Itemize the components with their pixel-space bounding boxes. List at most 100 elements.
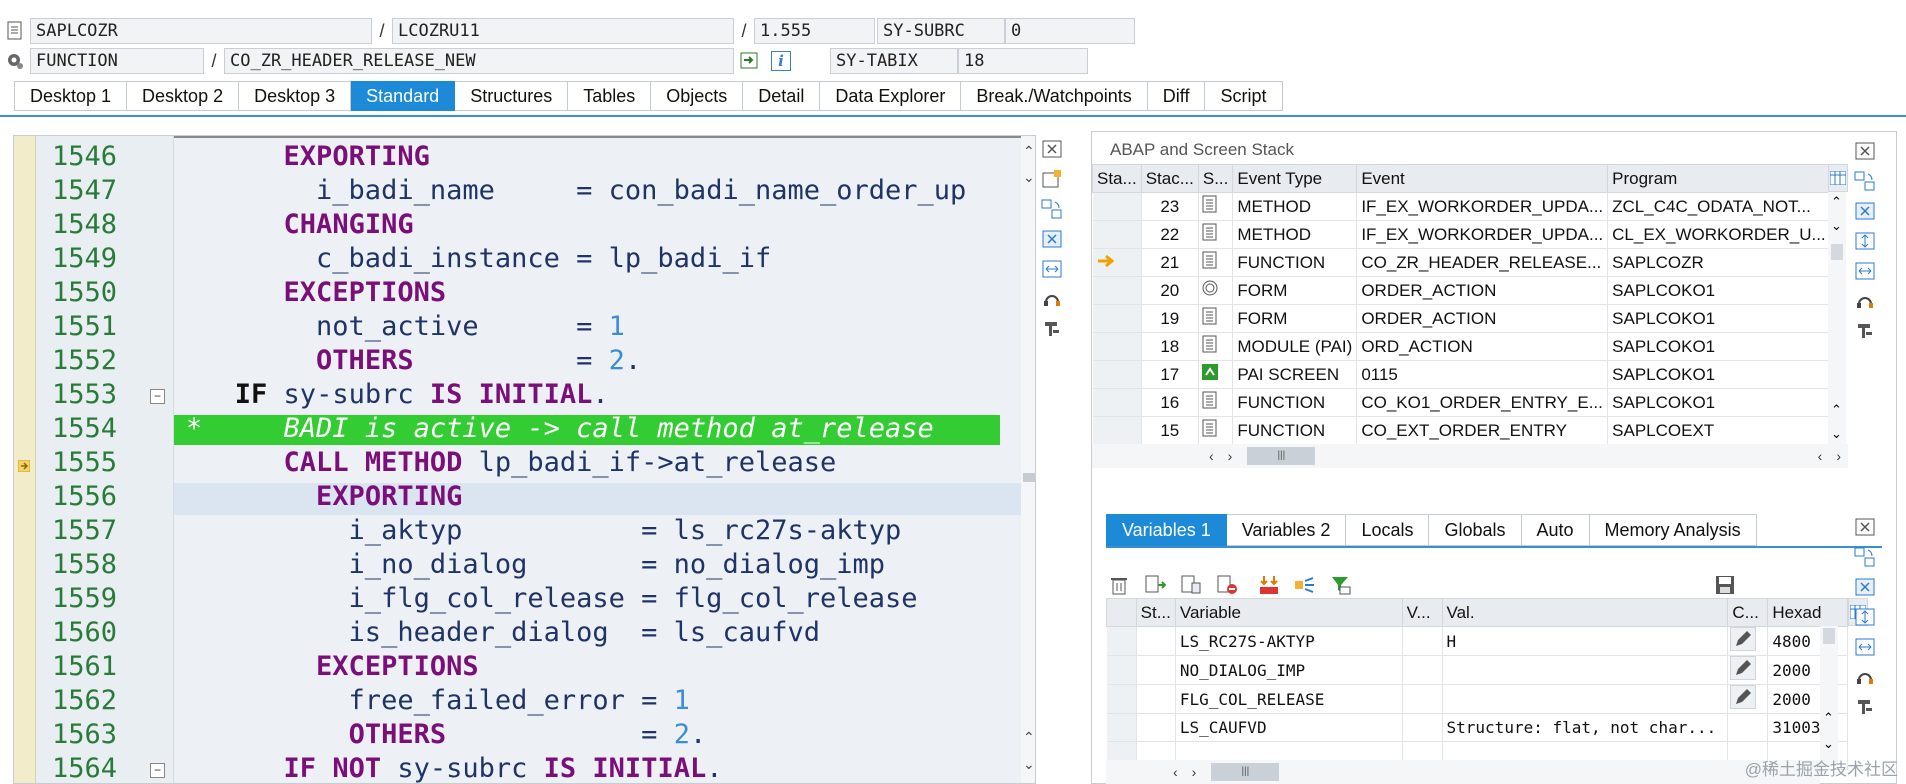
delete-tool-icon[interactable] (1040, 228, 1064, 250)
variable-row[interactable]: NO_DIALOG_IMP 2000 (1106, 655, 1848, 685)
stack-row[interactable]: 16 FUNCTION CO_KO1_ORDER_ENTRY_E... SAPLCOK… (1092, 388, 1831, 417)
sy-subrc-value[interactable]: 0 (1005, 18, 1135, 44)
tab-detail[interactable]: Detail (743, 81, 821, 111)
column-settings-icon[interactable] (1828, 164, 1848, 192)
code-line[interactable]: 1554 * BADI is active -> call method at_r… (14, 412, 1021, 446)
variable-change-cell[interactable] (1727, 655, 1769, 685)
scroll-down-icon[interactable]: ⌄ (1023, 756, 1035, 773)
program-field[interactable]: SAPLCOZR (30, 18, 372, 44)
code-line[interactable]: 1559 i_flg_col_release = flg_col_release (14, 582, 1021, 616)
code-line[interactable]: 1546 EXPORTING (14, 140, 1021, 174)
code-line[interactable]: 1547 i_badi_name = con_badi_name_order_u… (14, 174, 1021, 208)
variable-name-input[interactable]: LS_CAUFVD (1175, 713, 1403, 742)
tools-tool-icon[interactable] (1040, 318, 1064, 340)
code-line[interactable]: 1561 EXCEPTIONS (14, 650, 1021, 684)
scroll-up-icon[interactable]: ⌃ (1831, 194, 1842, 210)
stack-row[interactable]: 17 PAI SCREEN 0115 SAPLCOKO1 (1092, 360, 1831, 389)
stack-row[interactable]: 20 FORM ORDER_ACTION SAPLCOKO1 (1092, 276, 1831, 305)
swap-tool-icon[interactable] (1040, 198, 1064, 220)
close-tool-icon[interactable] (1040, 138, 1064, 160)
maximize-tool-icon[interactable] (1040, 258, 1064, 280)
tab-locals[interactable]: Locals (1346, 514, 1430, 546)
variable-change-cell[interactable] (1727, 684, 1769, 714)
tab-desktop-2[interactable]: Desktop 2 (127, 81, 240, 111)
hscroll-thumb[interactable]: ||| (1247, 447, 1316, 465)
copy-row-icon[interactable] (1176, 571, 1206, 599)
line-number-field[interactable]: 1.555 (754, 18, 875, 44)
info-icon[interactable]: i (766, 47, 796, 75)
stack-hscrollbar[interactable]: ‹ › ||| ‹ › (1092, 444, 1848, 468)
stack-row[interactable]: 21 FUNCTION CO_ZR_HEADER_RELEASE... SAPLCOZ… (1092, 248, 1831, 277)
tools-tool-icon[interactable] (1853, 320, 1877, 342)
trash-icon[interactable] (1104, 571, 1134, 599)
stack-row[interactable]: 22 METHOD IF_EX_WORKORDER_UPDA... CL_EX_WOR… (1092, 220, 1831, 249)
code-line[interactable]: 1555 CALL METHOD lp_badi_if->at_release (14, 446, 1021, 480)
scroll-thumb[interactable] (1023, 473, 1035, 482)
variables-column-header[interactable]: C... (1727, 598, 1769, 627)
row-selector[interactable] (1106, 684, 1137, 714)
variables-column-header[interactable]: Hexad (1767, 598, 1848, 627)
stack-scrollbar[interactable]: ⌃ ⌄ ⌃ ⌄ (1828, 192, 1846, 444)
stack-column-header[interactable]: Event Type (1232, 164, 1358, 193)
code-line[interactable]: 1564 − IF NOT sy-subrc IS INITIAL. (14, 752, 1021, 783)
headset-tool-icon[interactable] (1040, 288, 1064, 310)
code-line[interactable]: 1562 free_failed_error = 1 (14, 684, 1021, 718)
code-line[interactable]: 1552 OTHERS = 2. (14, 344, 1021, 378)
tab-memory-analysis[interactable]: Memory Analysis (1589, 514, 1757, 546)
variable-name-input[interactable]: FLG_COL_RELEASE (1175, 684, 1403, 714)
scroll-up-icon[interactable]: ⌃ (1831, 402, 1842, 418)
tab-tables[interactable]: Tables (568, 81, 652, 111)
swap-tool-icon[interactable] (1853, 170, 1877, 192)
tab-desktop-3[interactable]: Desktop 3 (239, 81, 352, 111)
code-line[interactable]: 1548 CHANGING (14, 208, 1021, 242)
hscroll-thumb[interactable]: ||| (1211, 763, 1280, 781)
pencil-icon[interactable] (1730, 627, 1757, 651)
scroll-down-icon[interactable]: ⌄ (1831, 426, 1842, 442)
vertical-resize-icon[interactable] (1853, 606, 1877, 628)
name-field[interactable]: CO_ZR_HEADER_RELEASE_NEW (224, 48, 734, 74)
swap-tool-icon[interactable] (1853, 546, 1877, 568)
scroll-down-icon[interactable]: ⌄ (1823, 736, 1834, 752)
scroll-down-icon[interactable]: ⌄ (1831, 218, 1842, 234)
variable-row[interactable]: LS_CAUFVD Structure: flat, not char... 310… (1106, 713, 1848, 742)
variable-name-input[interactable]: NO_DIALOG_IMP (1175, 655, 1403, 685)
tab-script[interactable]: Script (1205, 81, 1283, 111)
scroll-right-icon[interactable]: › (1228, 448, 1233, 464)
stack-row[interactable]: 15 FUNCTION CO_EXT_ORDER_ENTRY SAPLCOEXT (1092, 416, 1831, 445)
tab-objects[interactable]: Objects (651, 81, 744, 111)
variables-column-header[interactable]: Val. (1441, 598, 1729, 627)
scroll-down-icon[interactable]: ⌄ (1023, 169, 1035, 186)
fold-toggle-icon[interactable]: − (150, 389, 165, 404)
scroll-up-icon[interactable]: ⌃ (1023, 143, 1035, 160)
pencil-icon[interactable] (1730, 685, 1757, 709)
variable-change-cell[interactable] (1727, 626, 1769, 656)
code-line[interactable]: 1553 − IF sy-subrc IS INITIAL. (14, 378, 1021, 412)
vertical-resize-icon[interactable] (1853, 230, 1877, 252)
editor-scrollbar[interactable]: ⌃ ⌄ ⌃ ⌄ (1021, 136, 1035, 783)
delete-tool-icon[interactable] (1853, 200, 1877, 222)
close-tool-icon[interactable] (1853, 516, 1877, 538)
pencil-icon[interactable] (1730, 656, 1757, 680)
insert-row-icon[interactable] (1140, 571, 1170, 599)
maximize-tool-icon[interactable] (1853, 636, 1877, 658)
stack-column-header[interactable]: Stac... (1140, 164, 1199, 193)
scroll-up-icon[interactable]: ⌃ (1823, 710, 1834, 726)
scroll-thumb[interactable] (1831, 244, 1843, 260)
variable-name-input[interactable]: LS_RC27S-AKTYP (1175, 626, 1403, 656)
code-line[interactable]: 1557 i_aktyp = ls_rc27s-aktyp (14, 514, 1021, 548)
include-field[interactable]: LCOZRU11 (392, 18, 734, 44)
stack-column-header[interactable]: Sta... (1092, 164, 1142, 193)
close-tool-icon[interactable] (1853, 140, 1877, 162)
row-selector[interactable] (1106, 626, 1137, 656)
stack-row[interactable]: 18 MODULE (PAI) ORD_ACTION SAPLCOKO1 (1092, 332, 1831, 361)
tools-tool-icon[interactable] (1853, 696, 1877, 718)
transfer-icon[interactable] (1290, 571, 1320, 599)
stack-row[interactable]: 23 METHOD IF_EX_WORKORDER_UPDA... ZCL_C4C_O… (1092, 192, 1831, 221)
scroll-up-icon[interactable]: ⌃ (1023, 729, 1035, 746)
scroll-right-icon[interactable]: › (1836, 448, 1841, 464)
tab-standard[interactable]: Standard (351, 81, 456, 111)
variables-column-header[interactable]: Variable (1174, 598, 1403, 627)
code-line[interactable]: 1563 OTHERS = 2. (14, 718, 1021, 752)
headset-tool-icon[interactable] (1853, 666, 1877, 688)
scroll-left-icon[interactable]: ‹ (1818, 448, 1823, 464)
